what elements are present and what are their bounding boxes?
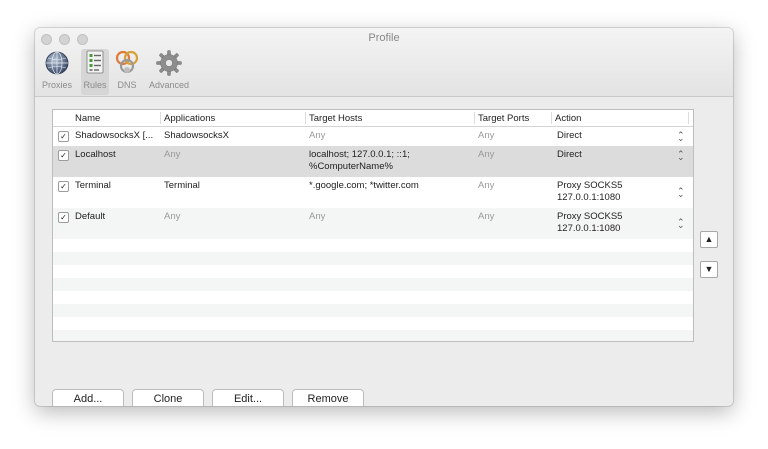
remove-button[interactable]: Remove: [292, 389, 364, 406]
rule-target-hosts: Any: [309, 130, 326, 141]
move-up-button[interactable]: ▲: [700, 231, 718, 248]
column-header-applications[interactable]: Applications: [164, 113, 215, 124]
rule-target-hosts-line2: %ComputerName%: [309, 161, 393, 172]
rule-enabled-checkbox[interactable]: ✓: [58, 150, 69, 161]
table-header: Name Applications Target Hosts Target Po…: [53, 110, 693, 127]
column-divider: [474, 112, 475, 124]
table-row[interactable]: ✓ Terminal Terminal *.google.com; *twitt…: [53, 177, 693, 208]
toolbar-rules[interactable]: Rules: [81, 49, 109, 95]
column-divider: [160, 112, 161, 124]
rule-target-ports: Any: [478, 211, 495, 222]
rule-target-ports: Any: [478, 149, 495, 160]
empty-row: [53, 265, 693, 278]
table-row[interactable]: ✓ ShadowsocksX [... ShadowsocksX Any Any…: [53, 127, 693, 146]
rule-enabled-checkbox[interactable]: ✓: [58, 212, 69, 223]
globe-icon: [45, 51, 69, 75]
toolbar-advanced-label: Advanced: [148, 80, 190, 90]
toolbar-rules-label: Rules: [83, 80, 107, 90]
empty-row: [53, 278, 693, 291]
add-button[interactable]: Add...: [52, 389, 124, 406]
chevron-updown-icon[interactable]: ⌃ ⌄: [677, 217, 685, 230]
rule-action-line2: 127.0.0.1:1080: [557, 223, 621, 234]
column-divider: [551, 112, 552, 124]
empty-row: [53, 330, 693, 341]
empty-row: [53, 239, 693, 252]
toolbar-dns[interactable]: DNS: [113, 49, 141, 95]
dns-network-icon: [115, 50, 139, 74]
rule-name: ShadowsocksX [...: [75, 130, 154, 141]
rule-action-select[interactable]: Proxy SOCKS5: [557, 180, 622, 191]
rule-name: Localhost: [75, 149, 116, 160]
rules-pane: Name Applications Target Hosts Target Po…: [35, 97, 733, 406]
toolbar-dns-label: DNS: [117, 80, 137, 90]
chevron-updown-icon[interactable]: ⌃ ⌄: [677, 186, 685, 199]
column-divider: [305, 112, 306, 124]
rule-action-select[interactable]: Direct: [557, 130, 582, 141]
title-toolbar: Profile Proxies Rules DNS Advanced: [35, 28, 733, 97]
toolbar-proxies[interactable]: Proxies: [40, 49, 74, 95]
rule-name: Terminal: [75, 180, 111, 191]
empty-row: [53, 291, 693, 304]
rule-action-select[interactable]: Proxy SOCKS5: [557, 211, 622, 222]
toolbar-advanced[interactable]: Advanced: [147, 49, 191, 95]
column-header-target-hosts[interactable]: Target Hosts: [309, 113, 362, 124]
rule-target-ports: Any: [478, 180, 495, 191]
rule-target-hosts: localhost; 127.0.0.1; ::1;: [309, 149, 410, 160]
rule-target-ports: Any: [478, 130, 495, 141]
rule-action-select[interactable]: Direct: [557, 149, 582, 160]
gear-icon: [156, 50, 182, 76]
empty-row: [53, 317, 693, 330]
rules-list-icon: [86, 50, 104, 74]
rule-applications: ShadowsocksX: [164, 130, 229, 141]
rule-name: Default: [75, 211, 106, 222]
column-divider: [688, 112, 689, 124]
column-header-target-ports[interactable]: Target Ports: [478, 113, 529, 124]
rule-applications: Terminal: [164, 180, 200, 191]
chevron-updown-icon[interactable]: ⌃ ⌄: [677, 130, 685, 143]
toolbar-proxies-label: Proxies: [41, 80, 72, 90]
rule-applications: Any: [164, 149, 181, 160]
chevron-updown-icon[interactable]: ⌃ ⌄: [677, 149, 685, 162]
empty-row: [53, 252, 693, 265]
edit-button[interactable]: Edit...: [212, 389, 284, 406]
window-title: Profile: [368, 32, 400, 44]
column-header-action[interactable]: Action: [555, 113, 581, 124]
table-row[interactable]: ✓ Localhost Any localhost; 127.0.0.1; ::…: [53, 146, 693, 177]
column-header-name[interactable]: Name: [75, 113, 100, 124]
rules-table: Name Applications Target Hosts Target Po…: [52, 109, 694, 342]
move-down-button[interactable]: ▼: [700, 261, 718, 278]
rule-action-line2: 127.0.0.1:1080: [557, 192, 621, 203]
table-row[interactable]: ✓ Default Any Any Any Proxy SOCKS5 127.0…: [53, 208, 693, 239]
rule-target-hosts: *.google.com; *twitter.com: [309, 180, 419, 191]
empty-row: [53, 304, 693, 317]
rule-enabled-checkbox[interactable]: ✓: [58, 181, 69, 192]
rule-enabled-checkbox[interactable]: ✓: [58, 131, 69, 142]
clone-button[interactable]: Clone: [132, 389, 204, 406]
profile-window: Profile Proxies Rules DNS Advanced Name …: [35, 28, 733, 406]
rule-applications: Any: [164, 211, 181, 222]
rule-target-hosts: Any: [309, 211, 326, 222]
